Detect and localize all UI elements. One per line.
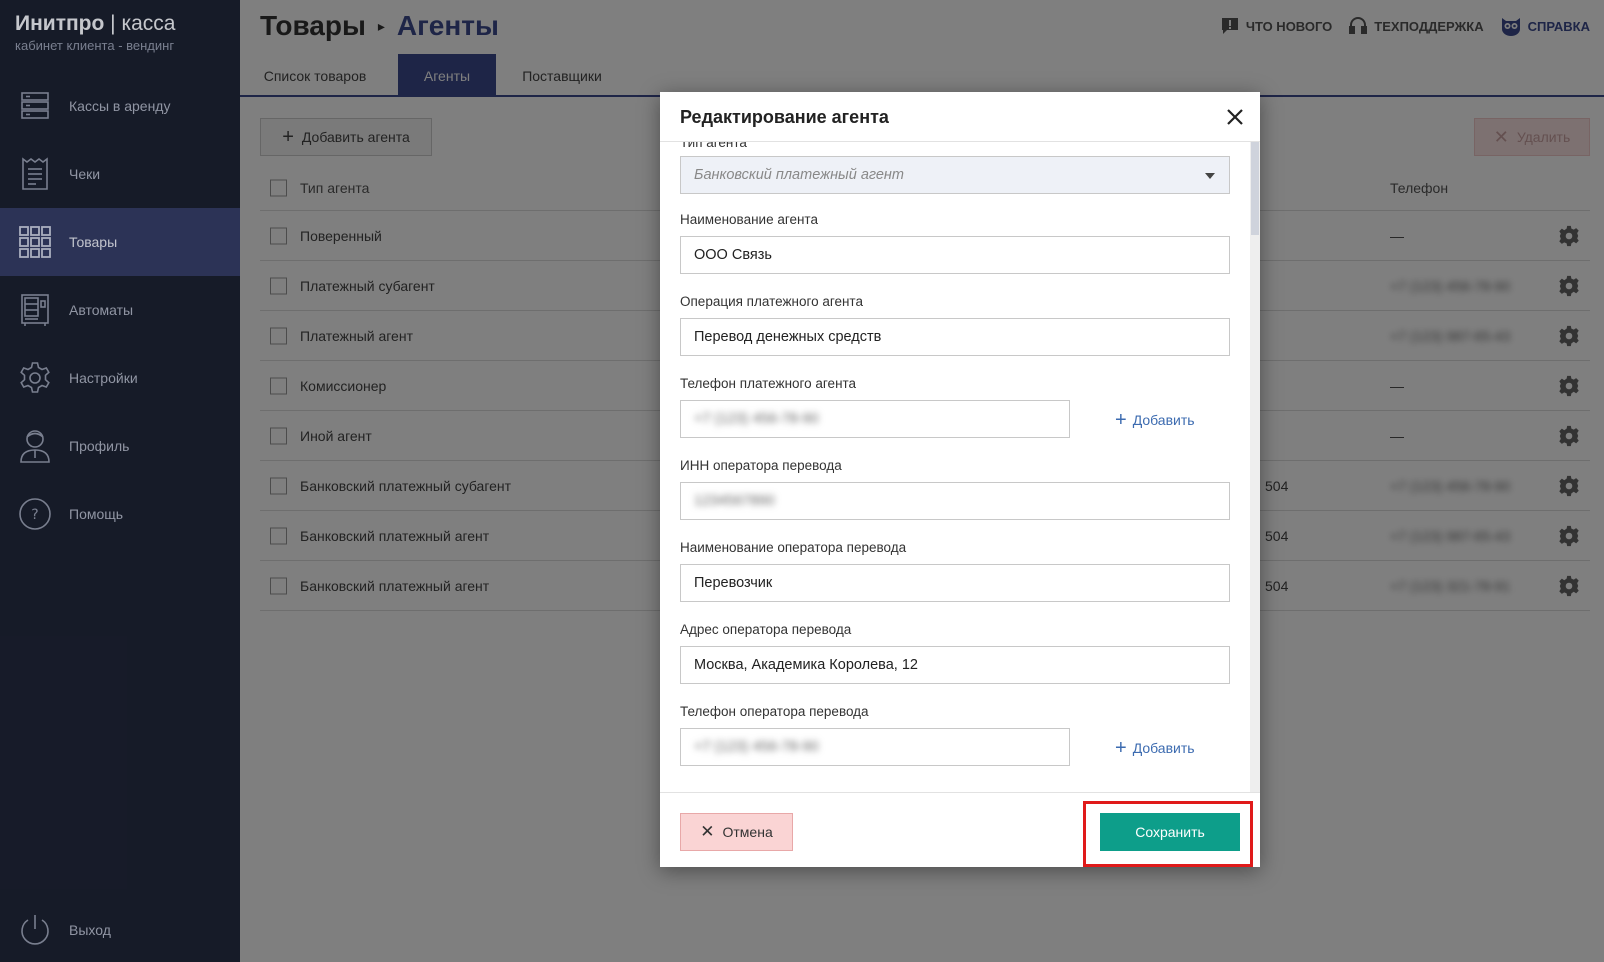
- agent-type-label: Тип агента: [680, 142, 747, 150]
- agent-phone-label: Телефон платежного агента: [680, 376, 857, 391]
- cancel-button[interactable]: ✕ Отмена: [680, 813, 793, 851]
- save-button-highlight: [1083, 801, 1253, 867]
- operation-field[interactable]: Перевод денежных средств: [680, 318, 1230, 356]
- chevron-down-icon: [1205, 173, 1215, 179]
- sidebar-backdrop: [0, 0, 240, 962]
- close-icon[interactable]: [1224, 106, 1246, 128]
- modal-scrollbar[interactable]: [1250, 142, 1260, 792]
- operator-name-field[interactable]: Перевозчик: [680, 564, 1230, 602]
- operator-address-label: Адрес оператора перевода: [680, 622, 852, 637]
- modal-title: Редактирование агента: [680, 107, 889, 127]
- agent-type-select[interactable]: Банковский платежный агент: [680, 156, 1230, 194]
- scrollbar-thumb[interactable]: [1251, 142, 1259, 235]
- operator-phone-label: Телефон оператора перевода: [680, 704, 869, 719]
- add-operator-phone-button[interactable]: + Добавить: [1115, 738, 1195, 758]
- add-agent-phone-button[interactable]: + Добавить: [1115, 410, 1195, 430]
- modal-header: Редактирование агента: [660, 92, 1260, 142]
- plus-icon: +: [1115, 409, 1127, 431]
- close-icon: ✕: [700, 822, 715, 841]
- agent-name-field[interactable]: ООО Связь: [680, 236, 1230, 274]
- plus-icon: +: [1115, 737, 1127, 759]
- operator-name-label: Наименование оператора перевода: [680, 540, 907, 555]
- operator-phone-field[interactable]: +7 (123) 456-78-90: [680, 728, 1070, 766]
- operator-address-field[interactable]: Москва, Академика Королева, 12: [680, 646, 1230, 684]
- inn-field[interactable]: 1234567890: [680, 482, 1230, 520]
- edit-agent-modal: Редактирование агента Тип агента Банковс…: [660, 92, 1260, 867]
- agent-name-label: Наименование агента: [680, 212, 818, 227]
- inn-label: ИНН оператора перевода: [680, 458, 842, 473]
- agent-phone-field[interactable]: +7 (123) 456-78-90: [680, 400, 1070, 438]
- modal-body[interactable]: Тип агента Банковский платежный агент На…: [660, 142, 1260, 792]
- operation-label: Операция платежного агента: [680, 294, 863, 309]
